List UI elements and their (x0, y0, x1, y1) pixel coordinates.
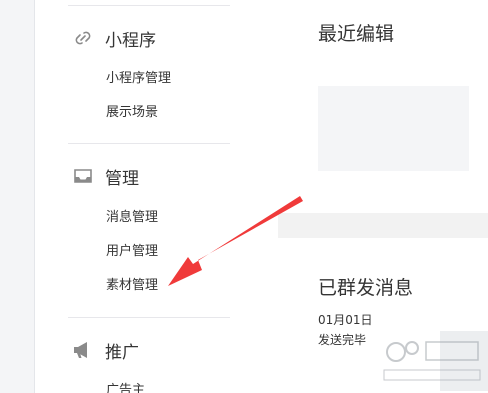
sidebar-section-mini-program[interactable]: 小程序 (72, 26, 156, 51)
link-icon (72, 27, 94, 49)
left-edge-strip (0, 0, 35, 393)
sent-messages-title: 已群发消息 (318, 277, 414, 299)
divider (68, 5, 230, 6)
sidebar-item-display-scenes[interactable]: 展示场景 (106, 105, 158, 121)
sidebar-item-advertiser[interactable]: 广告主 (106, 383, 145, 393)
recent-edits-card: 最近编辑 (278, 0, 488, 213)
sidebar-section-promotion[interactable]: 推广 (72, 338, 139, 363)
sidebar-item-user-management[interactable]: 用户管理 (106, 244, 158, 260)
megaphone-icon (72, 339, 94, 361)
sidebar-section-label: 管理 (105, 168, 139, 189)
recent-edits-title: 最近编辑 (318, 23, 395, 45)
sidebar-section-label: 推广 (105, 342, 139, 363)
inbox-icon (72, 165, 94, 187)
sidebar-item-message-management[interactable]: 消息管理 (106, 210, 158, 226)
screen: 小程序 小程序管理 展示场景 管理 消息管理 用户管理 素材管理 推广 广告主 … (0, 0, 488, 393)
sidebar-item-material-management[interactable]: 素材管理 (106, 278, 158, 294)
sidebar-section-label: 小程序 (105, 30, 156, 51)
watermark-logo (383, 341, 481, 381)
message-status: 发送完毕 (318, 333, 367, 347)
sidebar-item-mini-program-management[interactable]: 小程序管理 (106, 71, 171, 87)
sidebar: 小程序 小程序管理 展示场景 管理 消息管理 用户管理 素材管理 推广 广告主 (35, 0, 278, 393)
message-date: 01月01日 (318, 313, 373, 327)
sidebar-section-management[interactable]: 管理 (72, 164, 139, 189)
divider (68, 143, 230, 144)
recent-edit-item[interactable] (318, 86, 469, 171)
divider (68, 317, 230, 318)
